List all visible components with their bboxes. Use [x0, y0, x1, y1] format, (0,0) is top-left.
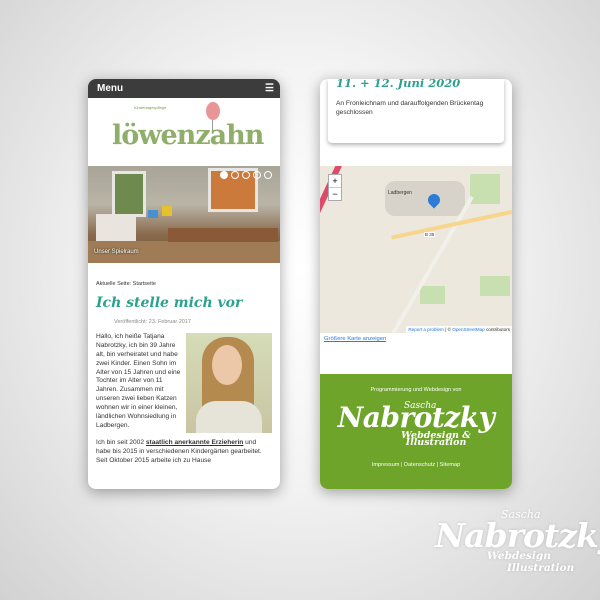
map-zoom-controls[interactable]: + −: [328, 174, 342, 201]
mobile-screenshot-contact: 11. + 12. Juni 2020 An Fronleichnam und …: [320, 79, 512, 489]
map-town-label: Ladbergen: [388, 190, 412, 196]
notice-text: An Fronleichnam und darauffolgenden Brüc…: [336, 100, 484, 117]
toy-block: [162, 206, 172, 216]
map-widget[interactable]: Ladbergen B 35 + − Report a problem | © …: [320, 166, 512, 333]
map-field: [420, 286, 445, 304]
map-town-area: [385, 181, 465, 216]
logo-subtitle: Kindertagespflege: [134, 105, 167, 110]
closing-notice-card: 11. + 12. Juni 2020 An Fronleichnam und …: [328, 79, 504, 143]
page-title: Ich stelle mich vor: [96, 295, 243, 311]
intro-section: Hallo, ich heiße Tatjana Nabrotzky, ich …: [96, 333, 272, 433]
map-field: [470, 174, 500, 204]
slider-dot[interactable]: [220, 171, 228, 179]
body-text: Ich bin seit 2002 staatlich anerkannte E…: [96, 439, 272, 466]
attribution-contributors: contributors: [484, 327, 510, 332]
map-field: [480, 276, 510, 296]
site-logo[interactable]: Kindertagespflege löwenzahn: [88, 98, 280, 166]
portrait-shirt: [196, 401, 262, 433]
slider-dot[interactable]: [242, 171, 250, 179]
watermark-logo: Sascha Nabrotzky Webdesign Illustration: [435, 508, 600, 578]
footer-logo-first: Sascha: [404, 401, 437, 411]
slider-caption: Unser Spielraum: [94, 249, 139, 255]
zoom-out-button[interactable]: −: [329, 188, 341, 200]
osm-link[interactable]: OpenStreetMap: [452, 327, 484, 332]
menu-label[interactable]: Menu: [97, 83, 123, 94]
zoom-in-button[interactable]: +: [329, 175, 341, 188]
room-table: [168, 228, 278, 242]
breadcrumb: Aktuelle Seite: Startseite: [96, 281, 156, 287]
mobile-screenshot-home: Menu ☰ Kindertagespflege löwenzahn Unser…: [88, 79, 280, 489]
watermark-sub1: Webdesign: [487, 550, 551, 562]
map-road: [390, 195, 474, 333]
portrait-photo: [186, 333, 272, 433]
map-road-label: B 35: [424, 232, 436, 237]
main-content: Aktuelle Seite: Startseite Ich stelle mi…: [88, 263, 280, 472]
balloon-icon: [206, 102, 220, 120]
logo-text: löwenzahn: [112, 120, 264, 151]
footer-credit: Programmierung und Webdesign von: [370, 387, 462, 393]
slider-dot[interactable]: [231, 171, 239, 179]
bigger-map-link[interactable]: Größere Karte anzeigen: [320, 333, 512, 345]
report-problem-link[interactable]: Report a problem: [408, 327, 444, 332]
footer-logo-sub2: Illustration: [405, 436, 467, 448]
slider-dots[interactable]: [220, 171, 272, 179]
room-shelf: [96, 214, 136, 244]
toy-block: [148, 210, 158, 218]
portrait-face: [212, 345, 242, 385]
intro-text: Hallo, ich heiße Tatjana Nabrotzky, ich …: [96, 333, 181, 429]
slider-dot[interactable]: [253, 171, 261, 179]
site-footer: Programmierung und Webdesign von Sascha …: [320, 374, 512, 489]
published-date: Veröffentlicht: 23. Februar 2017: [114, 319, 191, 325]
watermark-sub2: Illustration: [507, 562, 575, 574]
footer-links[interactable]: Impressum | Datenschutz | Sitemap: [320, 462, 512, 468]
hamburger-icon[interactable]: ☰: [265, 83, 274, 94]
map-attribution: Report a problem | © OpenStreetMap contr…: [406, 326, 512, 333]
body-text-start: Ich bin seit 2002: [96, 439, 146, 446]
room-window: [112, 171, 146, 217]
erzieherin-link[interactable]: staatlich anerkannte Erzieherin: [146, 439, 243, 446]
slider-dot[interactable]: [264, 171, 272, 179]
notice-date: 11. + 12. Juni 2020: [336, 79, 461, 90]
menu-bar[interactable]: Menu ☰: [88, 79, 280, 98]
image-slider[interactable]: Unser Spielraum: [88, 166, 280, 263]
